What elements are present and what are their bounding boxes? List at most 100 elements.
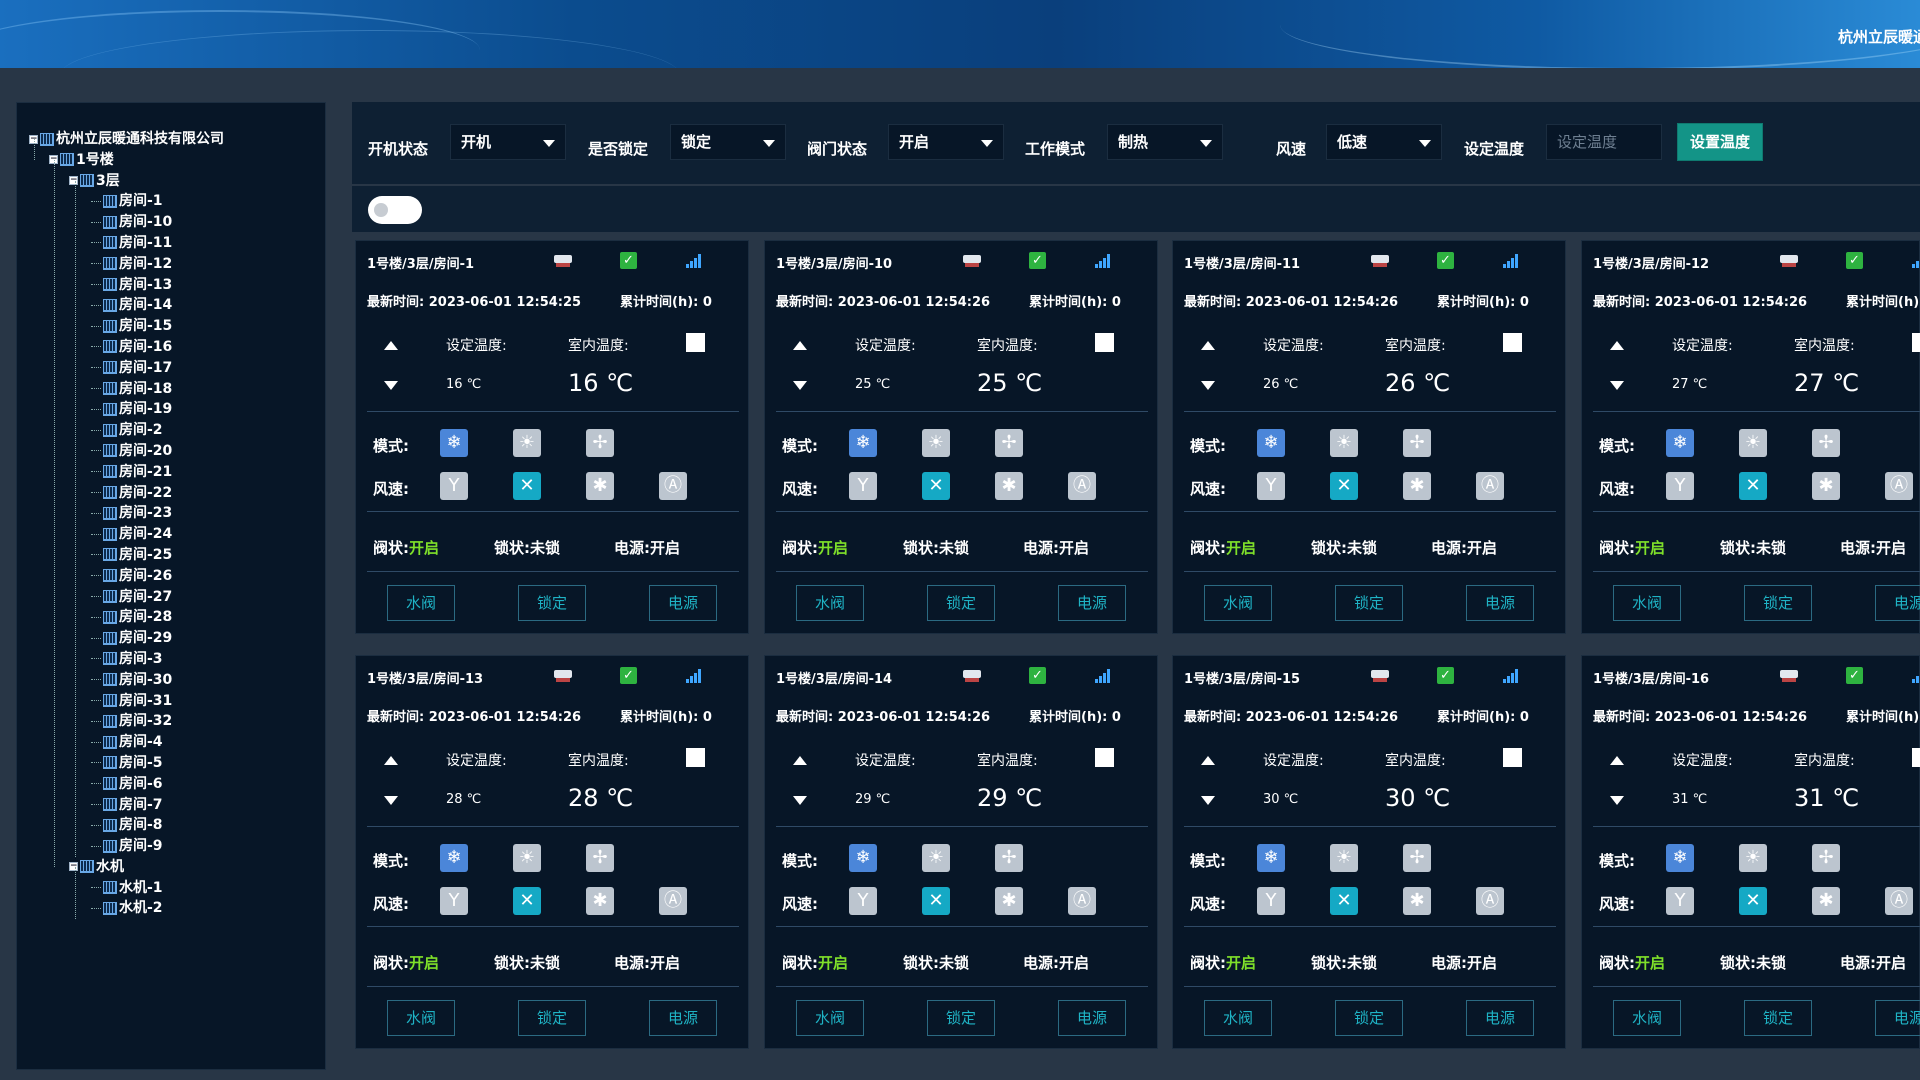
fan-high-icon[interactable]: ✱	[1812, 472, 1840, 500]
temp-down-arrow-icon[interactable]	[793, 381, 807, 390]
tree-node-room[interactable]: 房间-23	[29, 503, 224, 524]
lock-button[interactable]: 锁定	[1744, 1000, 1812, 1036]
tree-node-room[interactable]: 房间-4	[29, 732, 224, 753]
tree-node-room[interactable]: 房间-17	[29, 358, 224, 379]
fan-auto-icon[interactable]: Ⓐ	[1885, 472, 1913, 500]
snowflake-icon[interactable]: ❄	[440, 844, 468, 872]
tree-node-room[interactable]: 房间-6	[29, 774, 224, 795]
fan-high-icon[interactable]: ✱	[1812, 887, 1840, 915]
sun-icon[interactable]: ☀	[1330, 429, 1358, 457]
power-button[interactable]: 电源	[1875, 585, 1920, 621]
fan-auto-icon[interactable]: Ⓐ	[659, 887, 687, 915]
temp-up-arrow-icon[interactable]	[1201, 756, 1215, 765]
tree-node-room[interactable]: 房间-32	[29, 711, 224, 732]
fan-icon[interactable]: ✢	[586, 844, 614, 872]
tree-node-water-group[interactable]: − 水机	[29, 857, 224, 878]
water-valve-button[interactable]: 水阀	[387, 585, 455, 621]
fan-low-icon[interactable]: Y	[849, 472, 877, 500]
snowflake-icon[interactable]: ❄	[1666, 844, 1694, 872]
tree-node-floor[interactable]: − 3层	[29, 171, 224, 192]
set-temp-button[interactable]: 设置温度	[1677, 123, 1763, 161]
temp-down-arrow-icon[interactable]	[793, 796, 807, 805]
lock-button[interactable]: 锁定	[927, 585, 995, 621]
fan-icon[interactable]: ✢	[1812, 429, 1840, 457]
temp-up-arrow-icon[interactable]	[1610, 756, 1624, 765]
tree-node-room[interactable]: 房间-29	[29, 628, 224, 649]
lock-button[interactable]: 锁定	[1335, 585, 1403, 621]
sun-icon[interactable]: ☀	[1739, 844, 1767, 872]
fan-low-icon[interactable]: Y	[440, 887, 468, 915]
temp-up-arrow-icon[interactable]	[793, 756, 807, 765]
tree-node-water[interactable]: 水机-1	[29, 878, 224, 899]
tree-node-room[interactable]: 房间-15	[29, 316, 224, 337]
power-state-select[interactable]: 开机	[450, 124, 566, 160]
tree-node-room[interactable]: 房间-8	[29, 815, 224, 836]
tree-collapse-icon[interactable]: −	[69, 176, 78, 186]
temp-down-arrow-icon[interactable]	[1201, 381, 1215, 390]
lock-button[interactable]: 锁定	[927, 1000, 995, 1036]
sun-icon[interactable]: ☀	[513, 844, 541, 872]
fan-high-icon[interactable]: ✱	[995, 472, 1023, 500]
fan-auto-icon[interactable]: Ⓐ	[1476, 472, 1504, 500]
temp-up-arrow-icon[interactable]	[384, 341, 398, 350]
sun-icon[interactable]: ☀	[922, 429, 950, 457]
snowflake-icon[interactable]: ❄	[1257, 429, 1285, 457]
fan-icon[interactable]: ✢	[995, 429, 1023, 457]
tree-node-room[interactable]: 房间-9	[29, 836, 224, 857]
fan-icon[interactable]: ✢	[1403, 429, 1431, 457]
fan-high-icon[interactable]: ✱	[1403, 472, 1431, 500]
fan-high-icon[interactable]: ✱	[995, 887, 1023, 915]
fan-high-icon[interactable]: ✱	[586, 887, 614, 915]
fan-low-icon[interactable]: Y	[1257, 472, 1285, 500]
fan-mid-icon[interactable]: ✕	[1739, 887, 1767, 915]
water-valve-button[interactable]: 水阀	[1204, 585, 1272, 621]
snowflake-icon[interactable]: ❄	[1666, 429, 1694, 457]
work-mode-select[interactable]: 制热	[1107, 124, 1223, 160]
fan-low-icon[interactable]: Y	[1257, 887, 1285, 915]
tree-node-room[interactable]: 房间-5	[29, 753, 224, 774]
water-valve-button[interactable]: 水阀	[1613, 1000, 1681, 1036]
snowflake-icon[interactable]: ❄	[849, 844, 877, 872]
temp-up-arrow-icon[interactable]	[793, 341, 807, 350]
fan-icon[interactable]: ✢	[1812, 844, 1840, 872]
tree-node-room[interactable]: 房间-27	[29, 587, 224, 608]
fan-icon[interactable]: ✢	[1403, 844, 1431, 872]
fan-low-icon[interactable]: Y	[1666, 887, 1694, 915]
tree-node-room[interactable]: 房间-3	[29, 649, 224, 670]
sun-icon[interactable]: ☀	[1739, 429, 1767, 457]
tree-node-building[interactable]: −1号楼	[29, 150, 224, 171]
tree-node-room[interactable]: 房间-19	[29, 399, 224, 420]
temp-down-arrow-icon[interactable]	[1610, 796, 1624, 805]
fan-mid-icon[interactable]: ✕	[1330, 472, 1358, 500]
lock-button[interactable]: 锁定	[518, 585, 586, 621]
fan-mid-icon[interactable]: ✕	[922, 887, 950, 915]
fan-mid-icon[interactable]: ✕	[513, 887, 541, 915]
tree-node-room[interactable]: 房间-25	[29, 545, 224, 566]
fan-icon[interactable]: ✢	[586, 429, 614, 457]
tree-node-room[interactable]: 房间-31	[29, 691, 224, 712]
toggle-switch[interactable]	[368, 196, 422, 224]
sun-icon[interactable]: ☀	[922, 844, 950, 872]
tree-node-room[interactable]: 房间-20	[29, 441, 224, 462]
power-button[interactable]: 电源	[649, 585, 717, 621]
tree-node-room[interactable]: 房间-1	[29, 191, 224, 212]
fan-auto-icon[interactable]: Ⓐ	[1068, 887, 1096, 915]
tree-node-room[interactable]: 房间-10	[29, 212, 224, 233]
snowflake-icon[interactable]: ❄	[849, 429, 877, 457]
power-button[interactable]: 电源	[1058, 585, 1126, 621]
lock-state-select[interactable]: 锁定	[670, 124, 786, 160]
tree-node-room[interactable]: 房间-16	[29, 337, 224, 358]
tree-node-room[interactable]: 房间-26	[29, 566, 224, 587]
tree-node-water[interactable]: 水机-2	[29, 898, 224, 919]
power-button[interactable]: 电源	[1466, 1000, 1534, 1036]
temp-up-arrow-icon[interactable]	[1201, 341, 1215, 350]
sun-icon[interactable]: ☀	[513, 429, 541, 457]
tree-node-room[interactable]: 房间-13	[29, 275, 224, 296]
power-button[interactable]: 电源	[1058, 1000, 1126, 1036]
lock-button[interactable]: 锁定	[1335, 1000, 1403, 1036]
tree-node-room[interactable]: 房间-12	[29, 254, 224, 275]
fan-mid-icon[interactable]: ✕	[513, 472, 541, 500]
power-button[interactable]: 电源	[649, 1000, 717, 1036]
tree-collapse-icon[interactable]: −	[69, 862, 78, 872]
fan-high-icon[interactable]: ✱	[586, 472, 614, 500]
